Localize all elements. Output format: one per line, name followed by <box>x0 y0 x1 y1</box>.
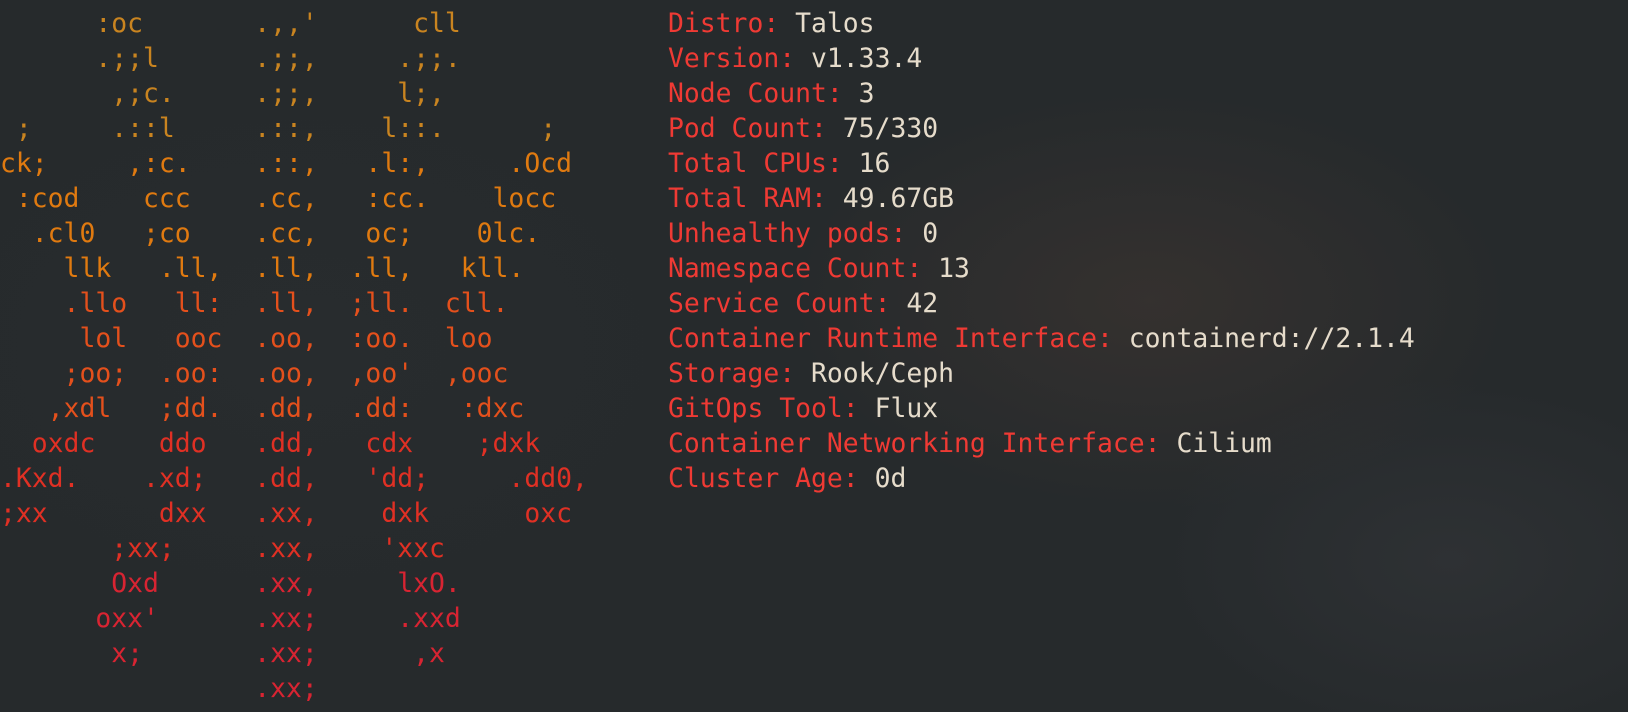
info-line: Storage: Rook/Ceph <box>668 356 1415 391</box>
info-line: Total CPUs: 16 <box>668 146 1415 181</box>
info-line: Cluster Age: 0d <box>668 461 1415 496</box>
info-key: Total CPUs <box>668 148 827 179</box>
logo-line: ;oo; .oo: .oo, ,oo' ,ooc <box>0 358 509 389</box>
info-line: Namespace Count: 13 <box>668 251 1415 286</box>
logo-line: oxdc ddo .dd, cdx ;dxk <box>0 428 541 459</box>
info-line: Distro: Talos <box>668 6 1415 41</box>
info-key: Pod Count <box>668 113 811 144</box>
logo-line: ,;c. .;;, l;, <box>0 78 445 109</box>
logo-line: :oc .,,' cll <box>0 8 461 39</box>
logo-line: .xx; <box>0 673 318 704</box>
info-key: Service Count <box>668 288 875 319</box>
info-value: Rook/Ceph <box>811 358 955 389</box>
info-value: 42 <box>906 288 939 319</box>
info-value: 3 <box>858 78 875 109</box>
info-value: 75/330 <box>842 113 939 144</box>
info-value: 49.67GB <box>842 183 955 214</box>
info-line: Service Count: 42 <box>668 286 1415 321</box>
info-value: 13 <box>938 253 970 284</box>
info-value: containerd://2.1.4 <box>1128 323 1415 354</box>
info-separator: : <box>1097 323 1129 354</box>
info-value: Talos <box>795 8 875 39</box>
logo-line: lol ooc .oo, :oo. loo <box>0 323 493 354</box>
info-separator: : <box>890 218 923 249</box>
logo-line: oxx' .xx; .xxd <box>0 603 461 634</box>
info-separator: : <box>842 463 875 494</box>
info-key: Distro <box>668 8 764 39</box>
kubernetes-ascii-logo: :oc .,,' cll .;;l .;;, .;;. ,;c. .;;, l;… <box>0 6 600 706</box>
info-key: GitOps Tool <box>668 393 843 424</box>
info-line: Container Networking Interface: Cilium <box>668 426 1415 461</box>
info-value: 0d <box>874 463 907 494</box>
info-separator: : <box>1144 428 1177 459</box>
info-separator: : <box>826 78 859 109</box>
logo-line: ;xx dxx .xx, dxk oxc <box>0 498 572 529</box>
logo-line: ck; ,:c. .::, .l:, .Ocd <box>0 148 572 179</box>
info-key: Container Runtime Interface <box>668 323 1097 354</box>
info-line: Total RAM: 49.67GB <box>668 181 1415 216</box>
info-separator: : <box>779 358 812 389</box>
info-key: Total RAM <box>668 183 811 214</box>
info-line: Version: v1.33.4 <box>668 41 1415 76</box>
logo-line: Oxd .xx, lxO. <box>0 568 461 599</box>
info-separator: : <box>779 43 812 74</box>
info-separator: : <box>874 288 907 319</box>
info-value: Cilium <box>1176 428 1272 459</box>
logo-line: .cl0 ;co .cc, oc; 0lc. <box>0 218 541 249</box>
terminal-window[interactable]: :oc .,,' cll .;;l .;;, .;;. ,;c. .;;, l;… <box>0 0 1628 712</box>
logo-line: ;xx; .xx, 'xxc <box>0 533 445 564</box>
info-key: Container Networking Interface <box>668 428 1145 459</box>
info-separator: : <box>811 183 843 214</box>
logo-line: .;;l .;;, .;;. <box>0 43 461 74</box>
info-line: Pod Count: 75/330 <box>668 111 1415 146</box>
info-separator: : <box>763 8 796 39</box>
info-key: Cluster Age <box>668 463 843 494</box>
info-value: Flux <box>874 393 939 424</box>
info-key: Namespace Count <box>668 253 907 284</box>
logo-line: ,xdl ;dd. .dd, .dd: :dxc <box>0 393 525 424</box>
logo-line: x; .xx; ,x <box>0 638 445 669</box>
info-separator: : <box>906 253 939 284</box>
logo-line: :cod ccc .cc, :cc. locc <box>0 183 557 214</box>
info-separator: : <box>826 148 859 179</box>
info-separator: : <box>842 393 875 424</box>
info-line: Node Count: 3 <box>668 76 1415 111</box>
info-value: v1.33.4 <box>811 43 923 74</box>
info-key: Unhealthy pods <box>668 218 891 249</box>
info-key: Storage <box>668 358 780 389</box>
info-separator: : <box>811 113 843 144</box>
logo-line: ; .::l .::, l::. ; <box>0 113 557 144</box>
info-line: Unhealthy pods: 0 <box>668 216 1415 251</box>
info-key: Version <box>668 43 780 74</box>
logo-line: .Kxd. .xd; .dd, 'dd; .dd0, <box>0 463 588 494</box>
info-line: Container Runtime Interface: containerd:… <box>668 321 1415 356</box>
info-value: 0 <box>922 218 939 249</box>
info-key: Node Count <box>668 78 827 109</box>
info-line: GitOps Tool: Flux <box>668 391 1415 426</box>
logo-line: .llo ll: .ll, ;ll. cll. <box>0 288 509 319</box>
system-info-panel: Distro: Talos Version: v1.33.4 Node Count:… <box>668 6 1415 496</box>
logo-line: llk .ll, .ll, .ll, kll. <box>0 253 525 284</box>
info-value: 16 <box>858 148 891 179</box>
